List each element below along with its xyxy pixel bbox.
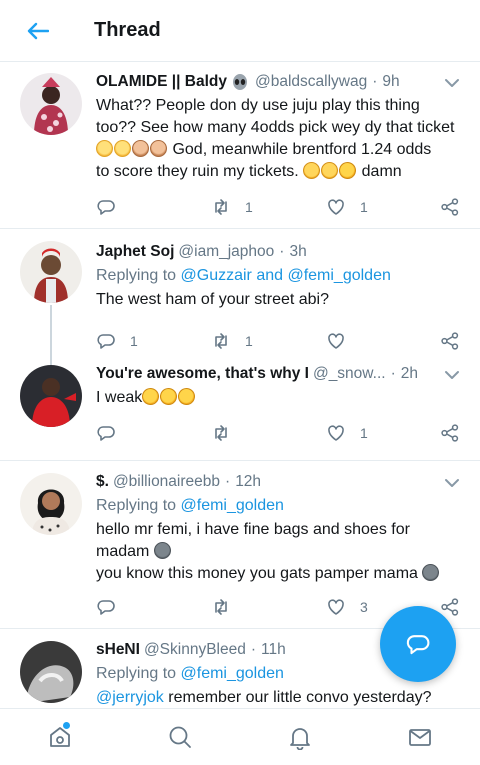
retweet-icon: [215, 199, 227, 215]
replying-to: Replying to @Guzzair and @femi_golden: [96, 267, 391, 284]
tweet-text: What?? People don dy use juju play this …: [96, 97, 455, 182]
notifications-icon: [290, 728, 310, 750]
rofl-icon: [336, 159, 359, 182]
reply-icon: [97, 600, 115, 615]
tweet-text: hello mr femi, i have fine bags and shoe…: [96, 519, 462, 585]
neutral-face-icon: [422, 564, 440, 581]
retweet-icon: [215, 425, 227, 441]
replying-to-link[interactable]: @femi_golden: [181, 497, 284, 514]
tweet-time[interactable]: 2h: [401, 365, 418, 383]
tweet-text: The west ham of your street abi?: [96, 291, 329, 308]
share-icon[interactable]: [440, 331, 460, 351]
compose-reply-button[interactable]: [380, 606, 456, 682]
author-handle[interactable]: @iam_japhoo: [178, 243, 274, 261]
author-handle[interactable]: @billionaireebb: [113, 473, 220, 491]
mention-link[interactable]: @jerryjok: [96, 689, 164, 706]
reply-button[interactable]: [96, 423, 211, 443]
share-icon[interactable]: [440, 423, 460, 443]
facepalm-icon: [150, 140, 167, 157]
reply-button[interactable]: [96, 597, 211, 617]
author-name[interactable]: sHeNI: [96, 641, 140, 659]
tweet-text: @jerryjok remember our little convo yest…: [96, 689, 432, 706]
share-icon[interactable]: [440, 197, 460, 217]
tweet[interactable]: You're awesome, that's why I @_snow... ·…: [0, 359, 480, 461]
author-handle[interactable]: @baldscallywag: [255, 73, 367, 91]
retweet-icon: [215, 333, 227, 349]
flushed-face-icon: [114, 140, 131, 157]
rofl-icon: [175, 385, 199, 408]
chevron-down-icon[interactable]: [442, 475, 462, 491]
chevron-down-icon[interactable]: [442, 367, 462, 383]
share-icon[interactable]: [440, 597, 460, 617]
tweet-time[interactable]: 9h: [382, 73, 399, 91]
reply-icon: [406, 635, 430, 655]
chevron-down-icon[interactable]: [442, 75, 462, 91]
facepalm-icon: [132, 140, 149, 157]
bottom-navigation: [0, 708, 480, 765]
author-handle[interactable]: @_snow...: [313, 365, 386, 383]
retweet-icon: [215, 599, 227, 615]
heart-icon: [328, 199, 344, 215]
tweet[interactable]: OLAMIDE || Baldy @baldscallywag · 9h Wha…: [0, 63, 480, 229]
author-handle[interactable]: @SkinnyBleed: [144, 641, 246, 659]
heart-icon: [328, 333, 344, 349]
retweet-button[interactable]: 1: [211, 197, 326, 217]
heart-icon: [328, 425, 344, 441]
retweet-button[interactable]: [211, 597, 326, 617]
avatar[interactable]: [20, 365, 82, 427]
avatar[interactable]: [20, 641, 82, 703]
nav-search[interactable]: [150, 715, 210, 759]
nav-notifications[interactable]: [270, 715, 330, 759]
avatar[interactable]: [20, 473, 82, 535]
tweet-time[interactable]: 11h: [261, 641, 286, 659]
page-title: Thread: [94, 19, 161, 41]
tweet-time[interactable]: 12h: [235, 473, 261, 491]
alien-icon: [232, 74, 247, 90]
author-name[interactable]: You're awesome, that's why I: [96, 365, 309, 383]
messages-icon: [409, 729, 431, 746]
reply-button[interactable]: [96, 197, 211, 217]
new-content-indicator: [62, 721, 71, 730]
retweet-button[interactable]: [211, 423, 326, 443]
reply-button[interactable]: 1: [96, 331, 211, 351]
replying-to-link[interactable]: @femi_golden: [181, 665, 284, 682]
thread-connector: [50, 305, 52, 359]
replying-to: Replying to @femi_golden: [96, 497, 284, 514]
flushed-face-icon: [96, 140, 113, 157]
avatar[interactable]: [20, 241, 82, 303]
back-button[interactable]: [18, 11, 58, 51]
tweet-time[interactable]: 3h: [289, 243, 306, 261]
author-name[interactable]: OLAMIDE || Baldy: [96, 73, 227, 91]
author-name[interactable]: Japhet Soj: [96, 243, 174, 261]
reply-icon: [97, 334, 115, 349]
nav-messages[interactable]: [390, 715, 450, 759]
tweet-text: I weak: [96, 385, 462, 409]
arrow-left-icon: [27, 22, 49, 39]
weary-face-icon: [303, 162, 321, 179]
search-icon: [169, 726, 191, 748]
replying-to-link[interactable]: @Guzzair and @femi_golden: [181, 267, 391, 284]
like-button[interactable]: 1: [326, 197, 441, 217]
tweet[interactable]: Japhet Soj @iam_japhoo · 3h Replying to …: [0, 229, 480, 359]
reply-icon: [97, 426, 115, 441]
heart-icon: [328, 599, 344, 615]
reply-icon: [97, 200, 115, 215]
weary-face-icon: [321, 162, 339, 179]
author-name[interactable]: $.: [96, 473, 109, 491]
nav-home[interactable]: [30, 715, 90, 759]
retweet-button[interactable]: 1: [211, 331, 326, 351]
like-button[interactable]: 1: [326, 423, 441, 443]
neutral-face-icon: [153, 542, 171, 559]
tweet[interactable]: $. @billionaireebb · 12h Replying to @fe…: [0, 461, 480, 629]
avatar[interactable]: [20, 73, 82, 135]
like-button[interactable]: [326, 331, 441, 351]
top-app-bar: Thread: [0, 0, 480, 62]
